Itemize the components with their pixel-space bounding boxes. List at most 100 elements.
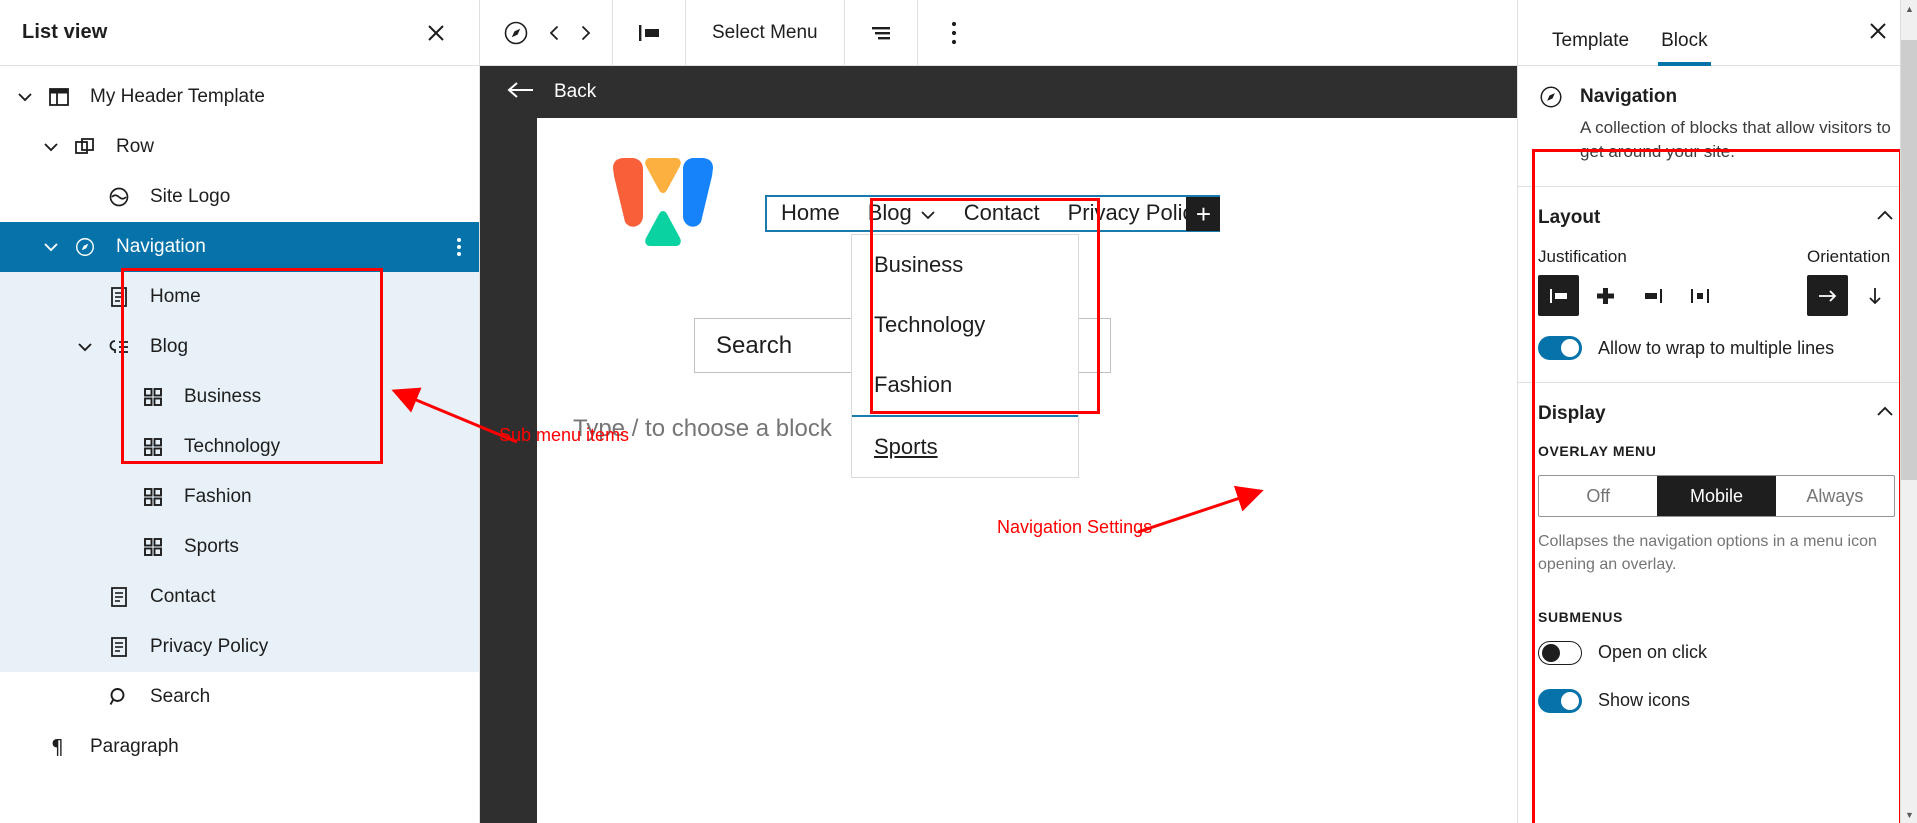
scroll-down-arrow-icon[interactable]: ▼ [1901, 806, 1917, 823]
chevron-up-icon[interactable] [1875, 405, 1895, 424]
show-icons-label: Show icons [1598, 690, 1691, 711]
grid-icon [136, 437, 170, 457]
submenu-item-technology[interactable]: Technology [852, 295, 1078, 355]
select-menu-button[interactable]: Select Menu [686, 0, 844, 66]
list-view-tree: My Header Template Row Site Logo Navigation… [0, 66, 479, 772]
overlay-option-always[interactable]: Always [1776, 476, 1894, 516]
page-icon [102, 586, 136, 608]
orientation-horizontal-button[interactable] [1807, 275, 1848, 317]
list-item-navigation[interactable]: Navigation [0, 222, 479, 272]
list-item-blog[interactable]: Blog [0, 322, 479, 372]
allow-wrap-toggle[interactable] [1538, 336, 1582, 361]
toolbar-group-align [613, 0, 686, 66]
justify-right-button[interactable] [1632, 275, 1673, 316]
canvas: Back Home Blog Contact Privacy Policy + … [480, 66, 1517, 823]
list-item-row[interactable]: Row [0, 122, 479, 172]
tab-block[interactable]: Block [1645, 30, 1723, 66]
list-item-my-header-template[interactable]: My Header Template [0, 72, 479, 122]
toolbar-group-navigation [480, 0, 613, 66]
compass-icon[interactable] [492, 9, 540, 57]
list-item-options-icon[interactable] [457, 238, 461, 256]
list-item-label: My Header Template [90, 86, 265, 107]
nav-item-label: Blog [867, 200, 912, 225]
justify-icon[interactable] [857, 9, 905, 57]
redo-icon[interactable] [570, 9, 600, 57]
list-item-business[interactable]: Business [0, 372, 479, 422]
list-item-paragraph[interactable]: ¶ Paragraph [0, 722, 479, 772]
list-item-search[interactable]: Search [0, 672, 479, 722]
scroll-up-arrow-icon[interactable]: ▲ [1901, 0, 1917, 17]
search-label: Search [716, 331, 793, 359]
submenu-item-sports[interactable]: Sports [852, 414, 1078, 477]
justify-left-button[interactable] [1538, 275, 1579, 317]
overlay-menu-segmented-control: Off Mobile Always [1538, 475, 1895, 518]
nav-item-label: Contact [963, 200, 1040, 225]
chevron-down-icon[interactable] [34, 242, 68, 252]
list-item-label: Site Logo [150, 186, 231, 207]
page-icon [102, 636, 136, 658]
list-item-label: Fashion [184, 486, 252, 507]
list-view-panel: List view My Header Template Row Site Logo… [0, 0, 480, 823]
justification-orientation-row: Justification Orientation [1538, 247, 1895, 317]
justify-space-between-button[interactable] [1679, 275, 1720, 316]
show-icons-row: Show icons [1538, 688, 1895, 713]
navigation-icon [68, 236, 102, 258]
window-scrollbar[interactable]: ▲ ▼ [1900, 0, 1917, 823]
chevron-down-icon[interactable] [68, 342, 102, 352]
list-item-sports[interactable]: Sports [0, 522, 479, 572]
justify-center-button[interactable] [1585, 275, 1626, 316]
nav-item-contact[interactable]: Contact [950, 197, 1054, 230]
chevron-up-icon[interactable] [1875, 209, 1895, 228]
open-on-click-toggle[interactable] [1538, 640, 1582, 665]
submenu-item-fashion[interactable]: Fashion [852, 355, 1078, 415]
list-item-fashion[interactable]: Fashion [0, 472, 479, 522]
kebab-icon[interactable] [930, 9, 978, 57]
list-item-contact[interactable]: Contact [0, 572, 479, 622]
arrow-left-icon [506, 80, 536, 105]
close-icon[interactable] [419, 16, 453, 50]
scrollbar-thumb[interactable] [1901, 40, 1917, 480]
display-section-header[interactable]: Display [1538, 403, 1895, 425]
submenu-item-label: Fashion [874, 371, 953, 397]
grid-icon [136, 387, 170, 407]
align-left-icon[interactable] [625, 9, 673, 57]
list-item-home[interactable]: Home [0, 272, 479, 322]
search-icon [102, 686, 136, 708]
chevron-down-icon[interactable] [8, 92, 42, 102]
chevron-down-icon[interactable] [34, 142, 68, 152]
wordpress-site-editor: List view My Header Template Row Site Logo… [0, 0, 1917, 823]
nav-item-home[interactable]: Home [767, 197, 854, 230]
open-on-click-row: Open on click [1538, 640, 1895, 665]
list-item-label: Paragraph [90, 736, 179, 757]
list-item-privacy-policy[interactable]: Privacy Policy [0, 622, 479, 672]
grid-icon [136, 487, 170, 507]
display-section: Display Overlay Menu Off Mobile Always C… [1518, 383, 1917, 734]
grid-icon [136, 537, 170, 557]
list-item-label: Search [150, 686, 211, 707]
back-button[interactable]: Back [480, 66, 1517, 118]
overlay-option-mobile[interactable]: Mobile [1657, 476, 1776, 517]
tab-template[interactable]: Template [1536, 30, 1645, 65]
list-item-label: Home [150, 286, 201, 307]
nav-item-blog[interactable]: Blog [854, 197, 950, 230]
orientation-label: Orientation [1807, 247, 1891, 267]
undo-icon[interactable] [540, 9, 570, 57]
layout-title: Layout [1538, 207, 1601, 229]
submenu-item-label: Sports [874, 433, 938, 459]
list-item-site-logo[interactable]: Site Logo [0, 172, 479, 222]
toolbar-group-options [918, 0, 990, 66]
list-item-technology[interactable]: Technology [0, 422, 479, 472]
orientation-buttons [1807, 275, 1895, 317]
display-title: Display [1538, 403, 1606, 425]
add-block-button[interactable]: + [1186, 196, 1221, 231]
close-icon[interactable] [1861, 14, 1895, 48]
navigation-block[interactable]: Home Blog Contact Privacy Policy + Busin… [765, 194, 1221, 478]
nav-item-label: Privacy Policy [1067, 200, 1205, 225]
overlay-option-off[interactable]: Off [1539, 476, 1657, 516]
orientation-vertical-button[interactable] [1854, 275, 1895, 316]
submenu-item-business[interactable]: Business [852, 235, 1078, 295]
show-icons-toggle[interactable] [1538, 688, 1582, 713]
layout-section-header[interactable]: Layout [1538, 207, 1895, 229]
overlay-menu-label: Overlay Menu [1538, 443, 1657, 460]
list-view-title: List view [22, 21, 108, 43]
